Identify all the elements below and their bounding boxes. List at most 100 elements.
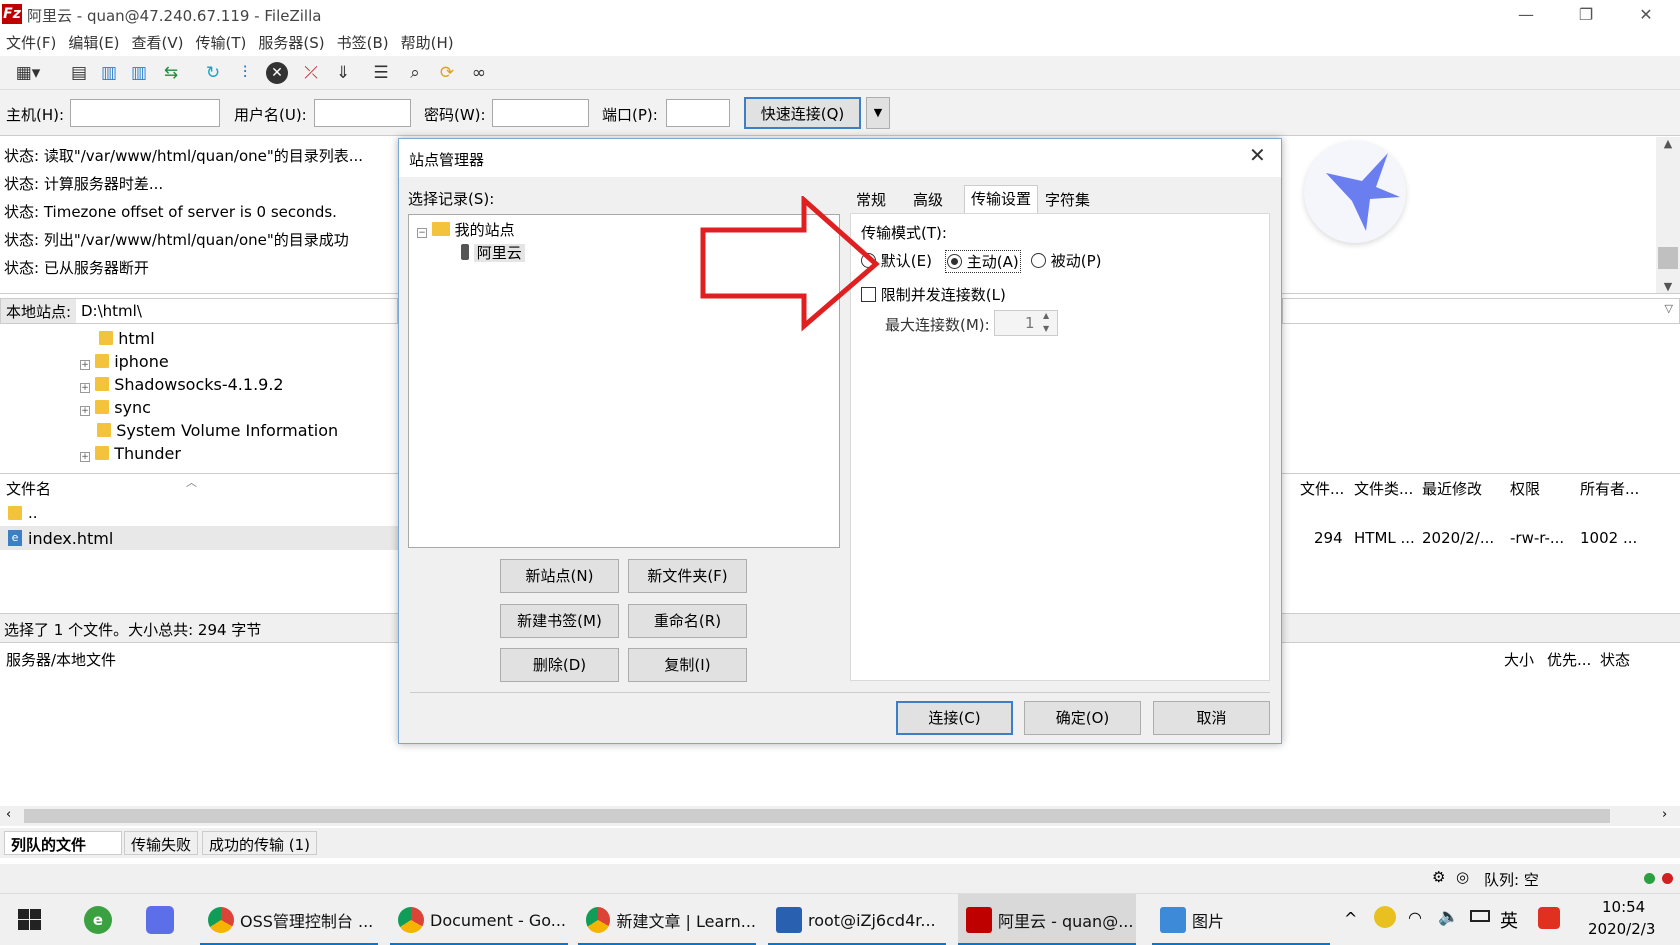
log-scrollbar[interactable]: ▲ ▼ bbox=[1656, 137, 1680, 293]
horizontal-scrollbar[interactable]: ‹ › bbox=[0, 806, 1680, 826]
browser-e-icon[interactable]: e bbox=[84, 906, 112, 934]
cancel-icon[interactable]: ✕ bbox=[264, 61, 290, 85]
taskbar-item-active[interactable]: 阿里云 - quan@... bbox=[958, 894, 1136, 945]
new-folder-button[interactable]: 新文件夹(F) bbox=[628, 559, 747, 593]
scroll-thumb[interactable] bbox=[24, 809, 1610, 823]
quickconnect-dropdown[interactable]: ▼ bbox=[866, 97, 890, 129]
column-header[interactable]: 最近修改 bbox=[1422, 478, 1482, 499]
tab-transfer-settings[interactable]: 传输设置 bbox=[964, 185, 1039, 214]
collapse-icon[interactable]: − bbox=[417, 228, 427, 238]
chevron-down-icon[interactable]: ▽ bbox=[1665, 302, 1673, 315]
tree-item[interactable]: 我的站点 bbox=[455, 221, 515, 239]
local-site-path[interactable]: D:\html\ bbox=[81, 302, 142, 320]
message-log-icon[interactable]: ▤ bbox=[66, 61, 92, 85]
tree-item[interactable]: System Volume Information bbox=[116, 421, 338, 440]
filename-header[interactable]: 文件名 bbox=[6, 478, 51, 499]
taskbar-item[interactable]: root@iZj6cd4r... bbox=[768, 894, 946, 945]
limit-connections-checkbox[interactable]: 限制并发连接数(L) bbox=[861, 284, 1006, 305]
refresh-icon[interactable]: ↻ bbox=[200, 61, 226, 85]
tray-app-icon[interactable] bbox=[1374, 906, 1396, 928]
port-input[interactable] bbox=[666, 99, 730, 127]
username-input[interactable] bbox=[314, 99, 411, 127]
clock-date[interactable]: 2020/2/3 bbox=[1588, 920, 1655, 938]
menu-server[interactable]: 服务器(S) bbox=[252, 30, 330, 56]
quickconnect-button[interactable]: 快速连接(Q) bbox=[744, 97, 861, 129]
search-icon[interactable]: ⌕ bbox=[402, 61, 428, 85]
menu-bookmarks[interactable]: 书签(B) bbox=[331, 30, 395, 56]
menu-view[interactable]: 查看(V) bbox=[126, 30, 190, 56]
menu-file[interactable]: 文件(F) bbox=[0, 30, 62, 56]
radio-icon[interactable] bbox=[1031, 253, 1046, 268]
delete-button[interactable]: 删除(D) bbox=[500, 648, 619, 682]
tab-successful-transfers[interactable]: 成功的传输 (1) bbox=[202, 831, 318, 855]
new-site-button[interactable]: 新站点(N) bbox=[500, 559, 619, 593]
connect-button[interactable]: 连接(C) bbox=[896, 701, 1013, 735]
host-input[interactable] bbox=[70, 99, 220, 127]
radio-passive[interactable]: 被动(P) bbox=[1031, 250, 1102, 271]
tree-item[interactable]: Thunder bbox=[114, 444, 181, 463]
remote-tree-icon[interactable]: ▥ bbox=[126, 61, 152, 85]
directory-listing-icon[interactable]: ☰ bbox=[368, 61, 394, 85]
taskbar-item[interactable]: 新建文章 | Learn... bbox=[578, 894, 756, 945]
radio-icon[interactable] bbox=[947, 254, 962, 269]
tree-item[interactable]: 阿里云 bbox=[473, 244, 525, 262]
clock-time[interactable]: 10:54 bbox=[1602, 898, 1645, 916]
ime-indicator[interactable]: 英 bbox=[1500, 907, 1518, 933]
chevron-up-icon[interactable]: ^ bbox=[1344, 909, 1357, 928]
radio-active[interactable]: 主动(A) bbox=[945, 250, 1021, 273]
list-item[interactable]: e index.html bbox=[0, 526, 398, 550]
remote-site-bar[interactable]: ▽ bbox=[1282, 298, 1680, 324]
tab-queued-files[interactable]: 列队的文件 bbox=[4, 831, 122, 855]
menu-transfer[interactable]: 传输(T) bbox=[190, 30, 253, 56]
battery-icon[interactable] bbox=[1470, 910, 1490, 922]
volume-icon[interactable]: 🔈 bbox=[1438, 907, 1459, 927]
restore-button[interactable]: ❐ bbox=[1556, 0, 1616, 30]
ok-button[interactable]: 确定(O) bbox=[1024, 701, 1141, 735]
sync-browse-icon[interactable]: ⟳ bbox=[434, 61, 460, 85]
cancel-button[interactable]: 取消 bbox=[1153, 701, 1270, 735]
taskbar-item[interactable]: 图片 bbox=[1152, 894, 1330, 945]
tree-item[interactable]: iphone bbox=[114, 352, 169, 371]
disconnect-icon[interactable]: ⤫ bbox=[298, 61, 324, 85]
tab-failed-transfers[interactable]: 传输失败 bbox=[124, 831, 199, 855]
queue-server-column[interactable]: 服务器/本地文件 bbox=[6, 649, 116, 670]
site-manager-icon[interactable]: ▦▾ bbox=[6, 61, 50, 85]
minimize-button[interactable]: — bbox=[1496, 0, 1556, 30]
wifi-icon[interactable]: ◠ bbox=[1408, 908, 1422, 927]
rename-button[interactable]: 重命名(R) bbox=[628, 604, 747, 638]
stepper-down-icon[interactable]: ▼ bbox=[1043, 324, 1049, 333]
max-connections-stepper[interactable]: 1 ▲ ▼ bbox=[994, 310, 1058, 336]
queue-priority-column[interactable]: 优先... bbox=[1547, 649, 1591, 670]
column-header[interactable]: 权限 bbox=[1510, 478, 1540, 499]
taskbar-item[interactable]: OSS管理控制台 ... bbox=[200, 894, 378, 945]
column-header[interactable]: 所有者... bbox=[1580, 478, 1639, 499]
filter-icon[interactable]: ⫶ bbox=[232, 61, 258, 85]
column-header[interactable]: 文件... bbox=[1300, 478, 1344, 499]
list-item[interactable]: .. bbox=[0, 502, 398, 524]
menu-edit[interactable]: 编辑(E) bbox=[62, 30, 125, 56]
taskbar-item[interactable]: Document - Go... bbox=[390, 894, 568, 945]
close-icon[interactable]: ✕ bbox=[1249, 143, 1266, 167]
scroll-right-icon[interactable]: › bbox=[1662, 807, 1667, 822]
new-bookmark-button[interactable]: 新建书签(M) bbox=[500, 604, 619, 638]
find-icon[interactable]: ∞ bbox=[466, 61, 492, 85]
queue-status-column[interactable]: 状态 bbox=[1600, 649, 1630, 670]
close-button[interactable]: ✕ bbox=[1616, 0, 1676, 30]
local-tree-icon[interactable]: ▥ bbox=[96, 61, 122, 85]
expand-icon[interactable]: + bbox=[80, 452, 90, 462]
menu-help[interactable]: 帮助(H) bbox=[395, 30, 460, 56]
gear-icon[interactable]: ⚙ bbox=[1432, 868, 1445, 886]
tree-item[interactable]: html bbox=[118, 329, 154, 348]
tab-charset[interactable]: 字符集 bbox=[1039, 187, 1096, 213]
table-row[interactable]: 294 HTML ... 2020/2/... -rw-r-... 1002 .… bbox=[1282, 526, 1680, 550]
expand-icon[interactable]: + bbox=[80, 383, 90, 393]
password-input[interactable] bbox=[492, 99, 589, 127]
speed-limit-icon[interactable]: ◎ bbox=[1456, 868, 1469, 886]
stepper-up-icon[interactable]: ▲ bbox=[1043, 311, 1049, 320]
scroll-left-icon[interactable]: ‹ bbox=[6, 807, 11, 822]
transfer-queue-icon[interactable]: ⇆ bbox=[158, 61, 184, 85]
tree-item[interactable]: Shadowsocks-4.1.9.2 bbox=[114, 375, 283, 394]
windows-start-icon[interactable] bbox=[18, 909, 42, 931]
tree-item[interactable]: sync bbox=[114, 398, 151, 417]
queue-size-column[interactable]: 大小 bbox=[1504, 649, 1534, 670]
